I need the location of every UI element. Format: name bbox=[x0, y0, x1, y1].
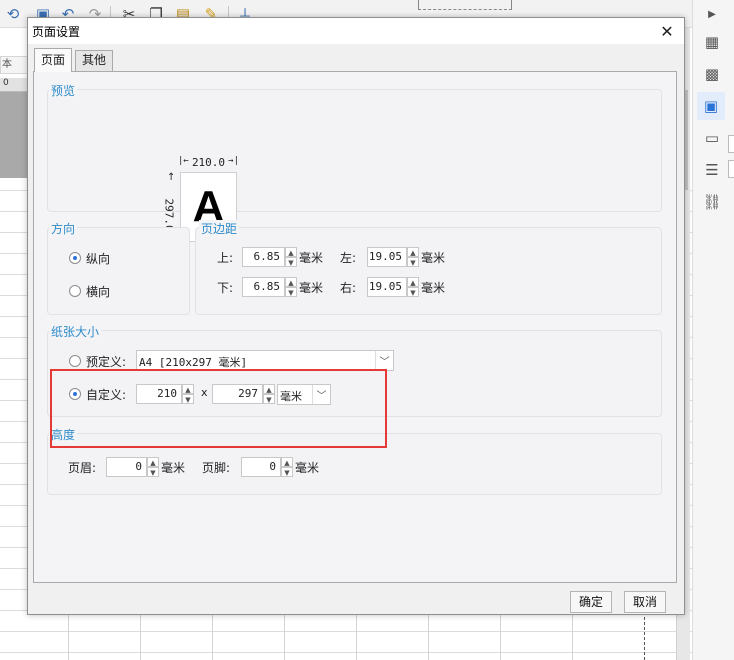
margins-title: 页边距 bbox=[199, 220, 240, 237]
portrait-radio[interactable] bbox=[69, 252, 81, 264]
landscape-label: 横向 bbox=[86, 285, 111, 299]
highlight-annotation-box bbox=[50, 369, 387, 448]
margin-right-label: 右: bbox=[340, 281, 357, 295]
tab-content: 预览 210.0 ↑ 297.0 ↓ A 方向 纵向 横向 页边距 上: 6.8… bbox=[33, 71, 677, 583]
header-height-input[interactable]: 0 bbox=[106, 457, 147, 477]
grid-column-line bbox=[284, 612, 285, 660]
grid-column-line bbox=[428, 612, 429, 660]
paper-height-dimension: 297.0 bbox=[162, 198, 176, 232]
ok-button[interactable]: 确定 bbox=[570, 591, 612, 613]
margin-left-label: 左: bbox=[340, 251, 357, 265]
margin-left-input[interactable]: 19.05 bbox=[367, 247, 407, 267]
portrait-label: 纵向 bbox=[86, 252, 111, 266]
link-icon[interactable]: ⛓ bbox=[702, 192, 722, 212]
canvas-shape bbox=[418, 0, 512, 10]
preview-group bbox=[47, 89, 662, 212]
list-icon[interactable]: ☰ bbox=[702, 160, 722, 180]
margin-top-stepper[interactable]: ▲ ▼ bbox=[285, 247, 297, 267]
arrow-up-icon: ↑ bbox=[167, 172, 176, 183]
dialog-title: 页面设置 bbox=[32, 25, 81, 39]
margin-top-unit: 毫米 bbox=[299, 251, 324, 265]
grid-column-line bbox=[68, 612, 69, 660]
ruler-area bbox=[0, 78, 30, 178]
chevron-down-icon[interactable]: ﹀ bbox=[375, 351, 393, 370]
margin-left-unit: 毫米 bbox=[421, 251, 446, 265]
widget-icon[interactable]: ▭ bbox=[702, 128, 722, 148]
margin-right-input[interactable]: 19.05 bbox=[367, 277, 407, 297]
grid-column-line bbox=[140, 612, 141, 660]
header-label: 页眉: bbox=[68, 461, 97, 475]
grid-column-line bbox=[356, 612, 357, 660]
close-icon[interactable]: ✕ bbox=[654, 20, 680, 42]
margin-top-input[interactable]: 6.85 bbox=[242, 247, 285, 267]
preview-title: 预览 bbox=[49, 82, 78, 99]
grid-column-line bbox=[572, 612, 573, 660]
dialog-titlebar[interactable]: 页面设置 ✕ bbox=[28, 18, 684, 44]
predefined-select-value: A4 [210x297 毫米] bbox=[139, 356, 248, 369]
margin-left-stepper[interactable]: ▲ ▼ bbox=[407, 247, 419, 267]
footer-unit: 毫米 bbox=[295, 461, 320, 475]
header-height-stepper[interactable]: ▲ ▼ bbox=[147, 457, 159, 477]
header-unit: 毫米 bbox=[161, 461, 186, 475]
predefined-radio[interactable] bbox=[69, 355, 81, 367]
layout-grid-icon[interactable]: ▦ bbox=[702, 32, 722, 52]
footer-height-stepper[interactable]: ▲ ▼ bbox=[281, 457, 293, 477]
table-icon[interactable]: ▩ bbox=[702, 64, 722, 84]
predefined-select[interactable]: A4 [210x297 毫米] ﹀ bbox=[136, 350, 394, 371]
paper-width-dimension: 210.0 bbox=[178, 156, 239, 169]
orientation-title: 方向 bbox=[49, 220, 78, 237]
cancel-button[interactable]: 取消 bbox=[624, 591, 666, 613]
ruler-label: 0 bbox=[0, 78, 30, 92]
margin-bottom-unit: 毫米 bbox=[299, 281, 324, 295]
margin-bottom-input[interactable]: 6.85 bbox=[242, 277, 285, 297]
margin-top-label: 上: bbox=[217, 251, 234, 265]
grid-column-line bbox=[212, 612, 213, 660]
grid-column-line bbox=[500, 612, 501, 660]
page-frame-icon[interactable]: ▣ bbox=[697, 92, 725, 120]
side-input[interactable] bbox=[728, 160, 734, 178]
chevron-right-icon[interactable]: ▶ bbox=[702, 4, 722, 24]
margin-bottom-stepper[interactable]: ▲ ▼ bbox=[285, 277, 297, 297]
tab-page[interactable]: 页面 bbox=[34, 48, 73, 72]
paper-size-title: 纸张大小 bbox=[49, 323, 102, 340]
margin-bottom-label: 下: bbox=[217, 281, 234, 295]
page-setup-dialog: 页面设置 ✕ 页面 其他 预览 210.0 ↑ 297.0 ↓ A 方向 纵向 … bbox=[27, 17, 685, 615]
tab-other[interactable]: 其他 bbox=[75, 50, 114, 71]
orientation-group bbox=[47, 227, 190, 315]
margin-right-unit: 毫米 bbox=[421, 281, 446, 295]
refresh-icon[interactable]: ⟲ bbox=[2, 3, 24, 25]
margins-group bbox=[195, 227, 662, 315]
footer-label: 页脚: bbox=[202, 461, 231, 475]
cell-label: 本 bbox=[0, 56, 30, 74]
landscape-radio[interactable] bbox=[69, 285, 81, 297]
predefined-label: 预定义: bbox=[86, 355, 127, 369]
margin-right-stepper[interactable]: ▲ ▼ bbox=[407, 277, 419, 297]
page-break-line bbox=[644, 612, 645, 660]
footer-height-input[interactable]: 0 bbox=[241, 457, 281, 477]
side-input[interactable] bbox=[728, 135, 734, 153]
